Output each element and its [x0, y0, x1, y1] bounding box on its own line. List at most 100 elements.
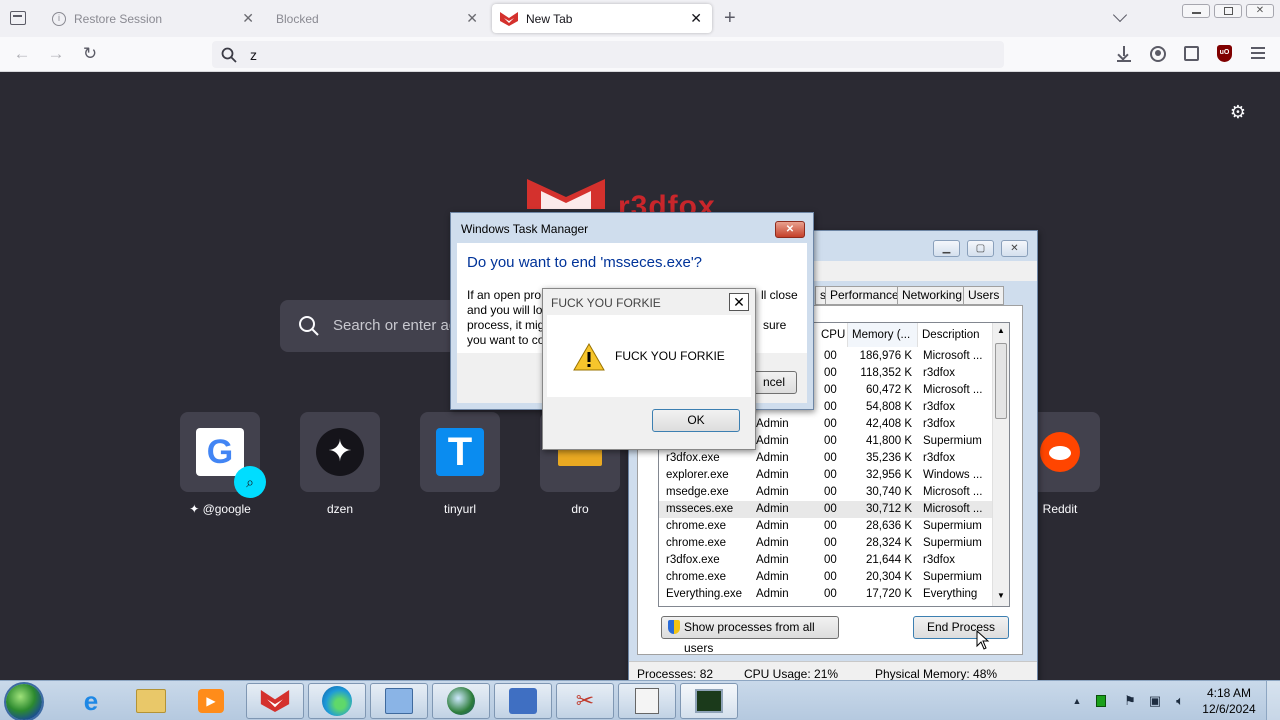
taskbar-r3dfox[interactable]	[246, 683, 304, 719]
show-desktop-button[interactable]	[1266, 681, 1280, 720]
shortcut-tinyurl[interactable]: T tinyurl	[420, 412, 500, 516]
taskbar-app-3d[interactable]	[494, 683, 552, 719]
close-tab-icon[interactable]: ✕	[466, 11, 478, 25]
table-row[interactable]: r3dfox.exe Admin 00 35,236 K r3dfox	[659, 450, 993, 467]
scroll-thumb[interactable]	[995, 343, 1007, 419]
gear-icon[interactable]: ⚙	[1228, 102, 1248, 122]
close-button[interactable]: ✕	[775, 221, 805, 238]
process-cpu: 00	[824, 503, 837, 515]
column-header-description[interactable]: Description	[918, 323, 993, 347]
column-header-cpu[interactable]: CPU	[817, 323, 848, 347]
volume-muted-icon[interactable]: 🔈︎	[1172, 693, 1188, 709]
control-panel-icon	[385, 688, 413, 714]
network-icon[interactable]: ▣	[1147, 693, 1163, 709]
windows-taskbar: e ▶ ✂ ▲ ⚑ ▣ 🔈︎ 4:18 AM 12/6/2024	[0, 680, 1280, 720]
shortcut-dzen[interactable]: ✦ dzen	[300, 412, 380, 516]
process-cpu: 00	[824, 520, 837, 532]
process-name: r3dfox.exe	[666, 554, 720, 566]
forward-arrow-icon[interactable]: →	[46, 45, 66, 65]
taskbar-explorer[interactable]	[122, 683, 180, 719]
process-cpu: 00	[824, 401, 837, 413]
close-tab-icon[interactable]: ✕	[690, 11, 702, 25]
close-button[interactable]: ✕	[1001, 240, 1028, 257]
minimize-window-button[interactable]	[1182, 4, 1210, 18]
process-user: Admin	[756, 469, 789, 481]
shortcut-tile[interactable]: G ⌕	[180, 412, 266, 498]
ok-button[interactable]: OK	[652, 409, 740, 432]
tab-blocked[interactable]: Blocked ✕	[266, 4, 488, 33]
column-header-memory[interactable]: Memory (...	[848, 323, 918, 347]
taskbar-internet-explorer[interactable]: e	[62, 683, 120, 719]
start-button[interactable]	[6, 684, 42, 720]
table-row[interactable]: chrome.exe Admin 00 28,636 K Supermium	[659, 518, 993, 535]
scroll-up-arrow[interactable]: ▲	[997, 326, 1005, 335]
process-cpu: 00	[824, 571, 837, 583]
downloads-icon[interactable]	[1116, 46, 1132, 62]
restore-window-button[interactable]	[1214, 4, 1242, 18]
maximize-button[interactable]: ▢	[967, 240, 994, 257]
account-icon[interactable]	[1150, 46, 1166, 62]
show-all-processes-button[interactable]: Show processes from all users	[661, 616, 839, 655]
table-row[interactable]: chrome.exe Admin 00 20,304 K Supermium	[659, 569, 993, 586]
taskbar-control-panel[interactable]	[370, 683, 428, 719]
close-tab-icon[interactable]: ✕	[242, 11, 254, 25]
tab-users[interactable]: Users	[963, 286, 1005, 305]
address-bar-text[interactable]: z	[250, 47, 257, 63]
new-tab-button[interactable]: +	[724, 7, 736, 30]
process-memory: 41,800 K	[865, 435, 912, 447]
taskbar-snipping-tool[interactable]: ✂	[556, 683, 614, 719]
taskbar-task-manager[interactable]	[680, 683, 738, 719]
tab-label: New Tab	[526, 11, 573, 26]
process-cpu: 00	[824, 469, 837, 481]
shield-icon	[668, 620, 680, 634]
tray-app-green-icon[interactable]	[1093, 693, 1109, 709]
vertical-scrollbar[interactable]: ▲ ▼	[992, 323, 1009, 606]
table-row[interactable]: msedge.exe Admin 00 30,740 K Microsoft ...	[659, 484, 993, 501]
table-row[interactable]: msseces.exe Admin 00 30,712 K Microsoft ...	[659, 501, 993, 518]
ublock-origin-icon[interactable]: uO	[1217, 45, 1232, 62]
process-description: Microsoft ...	[923, 384, 983, 396]
show-hidden-icons-arrow[interactable]: ▲	[1069, 693, 1085, 709]
shortcut-tile[interactable]: ✦	[300, 412, 380, 492]
process-cpu: 00	[824, 435, 837, 447]
taskbar-media-player[interactable]: ▶	[182, 683, 240, 719]
table-row[interactable]: explorer.exe Admin 00 32,956 K Windows ...	[659, 467, 993, 484]
shortcut-google[interactable]: G ⌕ ✦ @google	[180, 412, 266, 516]
reload-icon[interactable]: ↻	[80, 45, 100, 65]
process-memory: 28,636 K	[865, 520, 912, 532]
process-cpu: 00	[824, 452, 837, 464]
process-description: Supermium	[923, 537, 982, 549]
taskbar-network[interactable]	[432, 683, 490, 719]
hamburger-menu-icon[interactable]	[1251, 47, 1265, 59]
system-clock[interactable]: 4:18 AM 12/6/2024	[1196, 685, 1262, 717]
tab-restore-session[interactable]: i Restore Session ✕	[42, 4, 264, 33]
process-user: Admin	[756, 571, 789, 583]
tab-networking[interactable]: Networking	[897, 286, 968, 305]
process-cpu: 00	[824, 554, 837, 566]
action-center-flag-icon[interactable]: ⚑	[1122, 693, 1138, 709]
tab-new-tab[interactable]: New Tab ✕	[492, 4, 712, 33]
process-user: Admin	[756, 418, 789, 430]
dialog-content: FUCK YOU FORKIE	[547, 315, 751, 397]
tab-list-icon[interactable]	[10, 11, 26, 25]
taskbar-notepad[interactable]	[618, 683, 676, 719]
tab-performance[interactable]: Performance	[825, 286, 904, 305]
cancel-button[interactable]: ncel	[751, 371, 797, 394]
end-process-button[interactable]: End Process	[913, 616, 1009, 639]
table-row[interactable]: chrome.exe Admin 00 28,324 K Supermium	[659, 535, 993, 552]
table-row[interactable]: Everything.exe Admin 00 17,720 K Everything	[659, 586, 993, 603]
minimize-button[interactable]: ▁	[933, 240, 960, 257]
back-arrow-icon[interactable]: ←	[12, 45, 32, 65]
process-memory: 60,472 K	[865, 384, 912, 396]
table-row[interactable]: r3dfox.exe Admin 00 21,644 K r3dfox	[659, 552, 993, 569]
edge-icon	[322, 686, 352, 716]
address-bar[interactable]: z	[212, 41, 1004, 68]
shortcut-tile[interactable]: T	[420, 412, 500, 492]
process-user: Admin	[756, 452, 789, 464]
close-button[interactable]: ✕	[729, 293, 749, 311]
chevron-down-icon[interactable]	[1112, 7, 1128, 23]
close-window-button[interactable]: ✕	[1246, 4, 1274, 18]
taskbar-edge[interactable]	[308, 683, 366, 719]
extensions-puzzle-icon[interactable]	[1184, 46, 1199, 61]
scroll-down-arrow[interactable]: ▼	[997, 591, 1005, 600]
